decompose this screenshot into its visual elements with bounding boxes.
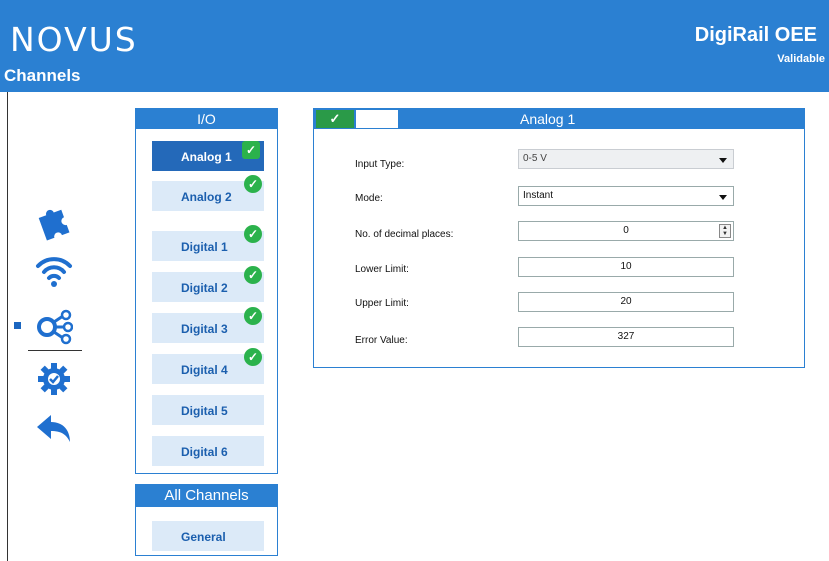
all-channels-title: All Channels	[136, 485, 277, 507]
product-name: DigiRail OEE	[694, 24, 817, 46]
channel-item-digital-5[interactable]: Digital 5	[152, 395, 264, 425]
upper-limit-value: 20	[620, 296, 632, 307]
channel-label: Digital 6	[181, 445, 228, 459]
check-icon: ✓	[244, 266, 262, 284]
channel-label: Digital 5	[181, 404, 228, 418]
channel-item-digital-1[interactable]: Digital 1 ✓	[152, 225, 264, 261]
spin-down-icon[interactable]: ▼	[720, 231, 730, 237]
network-nodes-icon[interactable]	[35, 308, 73, 346]
channel-label: Digital 3	[181, 322, 228, 336]
channel-item-digital-2[interactable]: Digital 2 ✓	[152, 266, 264, 302]
channel-config-panel: ✓ Analog 1 Input Type: 0-5 V Mode: Insta…	[313, 108, 805, 368]
io-channel-panel: I/O Analog 1 ✓ Analog 2 ✓ Digital 1 ✓ Di…	[135, 108, 278, 474]
product-subtitle: Validable	[777, 53, 825, 65]
general-label: General	[181, 530, 226, 544]
channel-label: Digital 1	[181, 240, 228, 254]
lower-limit-value: 10	[620, 261, 632, 272]
error-value-label: Error Value:	[355, 335, 408, 346]
mode-value: Instant	[523, 190, 554, 201]
error-value-value: 327	[617, 331, 635, 342]
all-channels-panel: All Channels General	[135, 484, 278, 556]
mode-label: Mode:	[355, 193, 383, 204]
check-icon: ✓	[244, 307, 262, 325]
decimals-stepper[interactable]: 0 ▲ ▼	[518, 221, 734, 241]
check-icon: ✓	[244, 348, 262, 366]
tab-blank[interactable]	[356, 110, 398, 128]
page-title: Channels	[4, 66, 81, 85]
decimals-label: No. of decimal places:	[355, 229, 454, 240]
tab-ok-check-icon[interactable]: ✓	[316, 110, 354, 128]
input-type-select[interactable]: 0-5 V	[518, 149, 734, 169]
channel-item-digital-4[interactable]: Digital 4 ✓	[152, 348, 264, 384]
input-type-label: Input Type:	[355, 159, 405, 170]
upper-limit-input[interactable]: 20	[518, 292, 734, 312]
nav-underline	[28, 350, 82, 351]
channel-label: Analog 2	[181, 190, 232, 204]
check-icon: ✓	[242, 141, 260, 159]
chevron-down-icon	[719, 195, 727, 200]
channel-item-analog-1[interactable]: Analog 1 ✓	[152, 141, 264, 171]
error-value-input[interactable]: 327	[518, 327, 734, 347]
chevron-down-icon	[719, 158, 727, 163]
channel-panel-header: ✓ Analog 1	[314, 109, 804, 129]
left-divider	[7, 92, 8, 561]
app-header: NOVUS Channels DigiRail OEE Validable	[0, 0, 829, 92]
novus-logo: NOVUS	[10, 20, 138, 59]
lower-limit-label: Lower Limit:	[355, 264, 409, 275]
mode-select[interactable]: Instant	[518, 186, 734, 206]
upper-limit-label: Upper Limit:	[355, 298, 409, 309]
channel-panel-title: Analog 1	[520, 111, 576, 127]
general-item[interactable]: General	[152, 521, 264, 551]
channel-item-digital-6[interactable]: Digital 6	[152, 436, 264, 466]
channel-label: Analog 1	[181, 150, 232, 164]
puzzle-icon[interactable]	[35, 203, 73, 241]
lower-limit-input[interactable]: 10	[518, 257, 734, 277]
back-arrow-icon[interactable]	[35, 410, 73, 448]
check-icon: ✓	[244, 175, 262, 193]
channel-label: Digital 4	[181, 363, 228, 377]
decimals-value: 0	[623, 225, 629, 236]
channel-item-digital-3[interactable]: Digital 3 ✓	[152, 307, 264, 343]
input-type-value: 0-5 V	[523, 153, 547, 164]
channel-item-analog-2[interactable]: Analog 2 ✓	[152, 175, 264, 211]
active-nav-indicator	[14, 322, 21, 329]
check-icon: ✓	[244, 225, 262, 243]
channel-label: Digital 2	[181, 281, 228, 295]
settings-gear-check-icon[interactable]	[35, 360, 73, 398]
wifi-icon[interactable]	[35, 252, 73, 290]
spin-buttons[interactable]: ▲ ▼	[719, 224, 731, 238]
io-panel-title: I/O	[136, 109, 277, 129]
